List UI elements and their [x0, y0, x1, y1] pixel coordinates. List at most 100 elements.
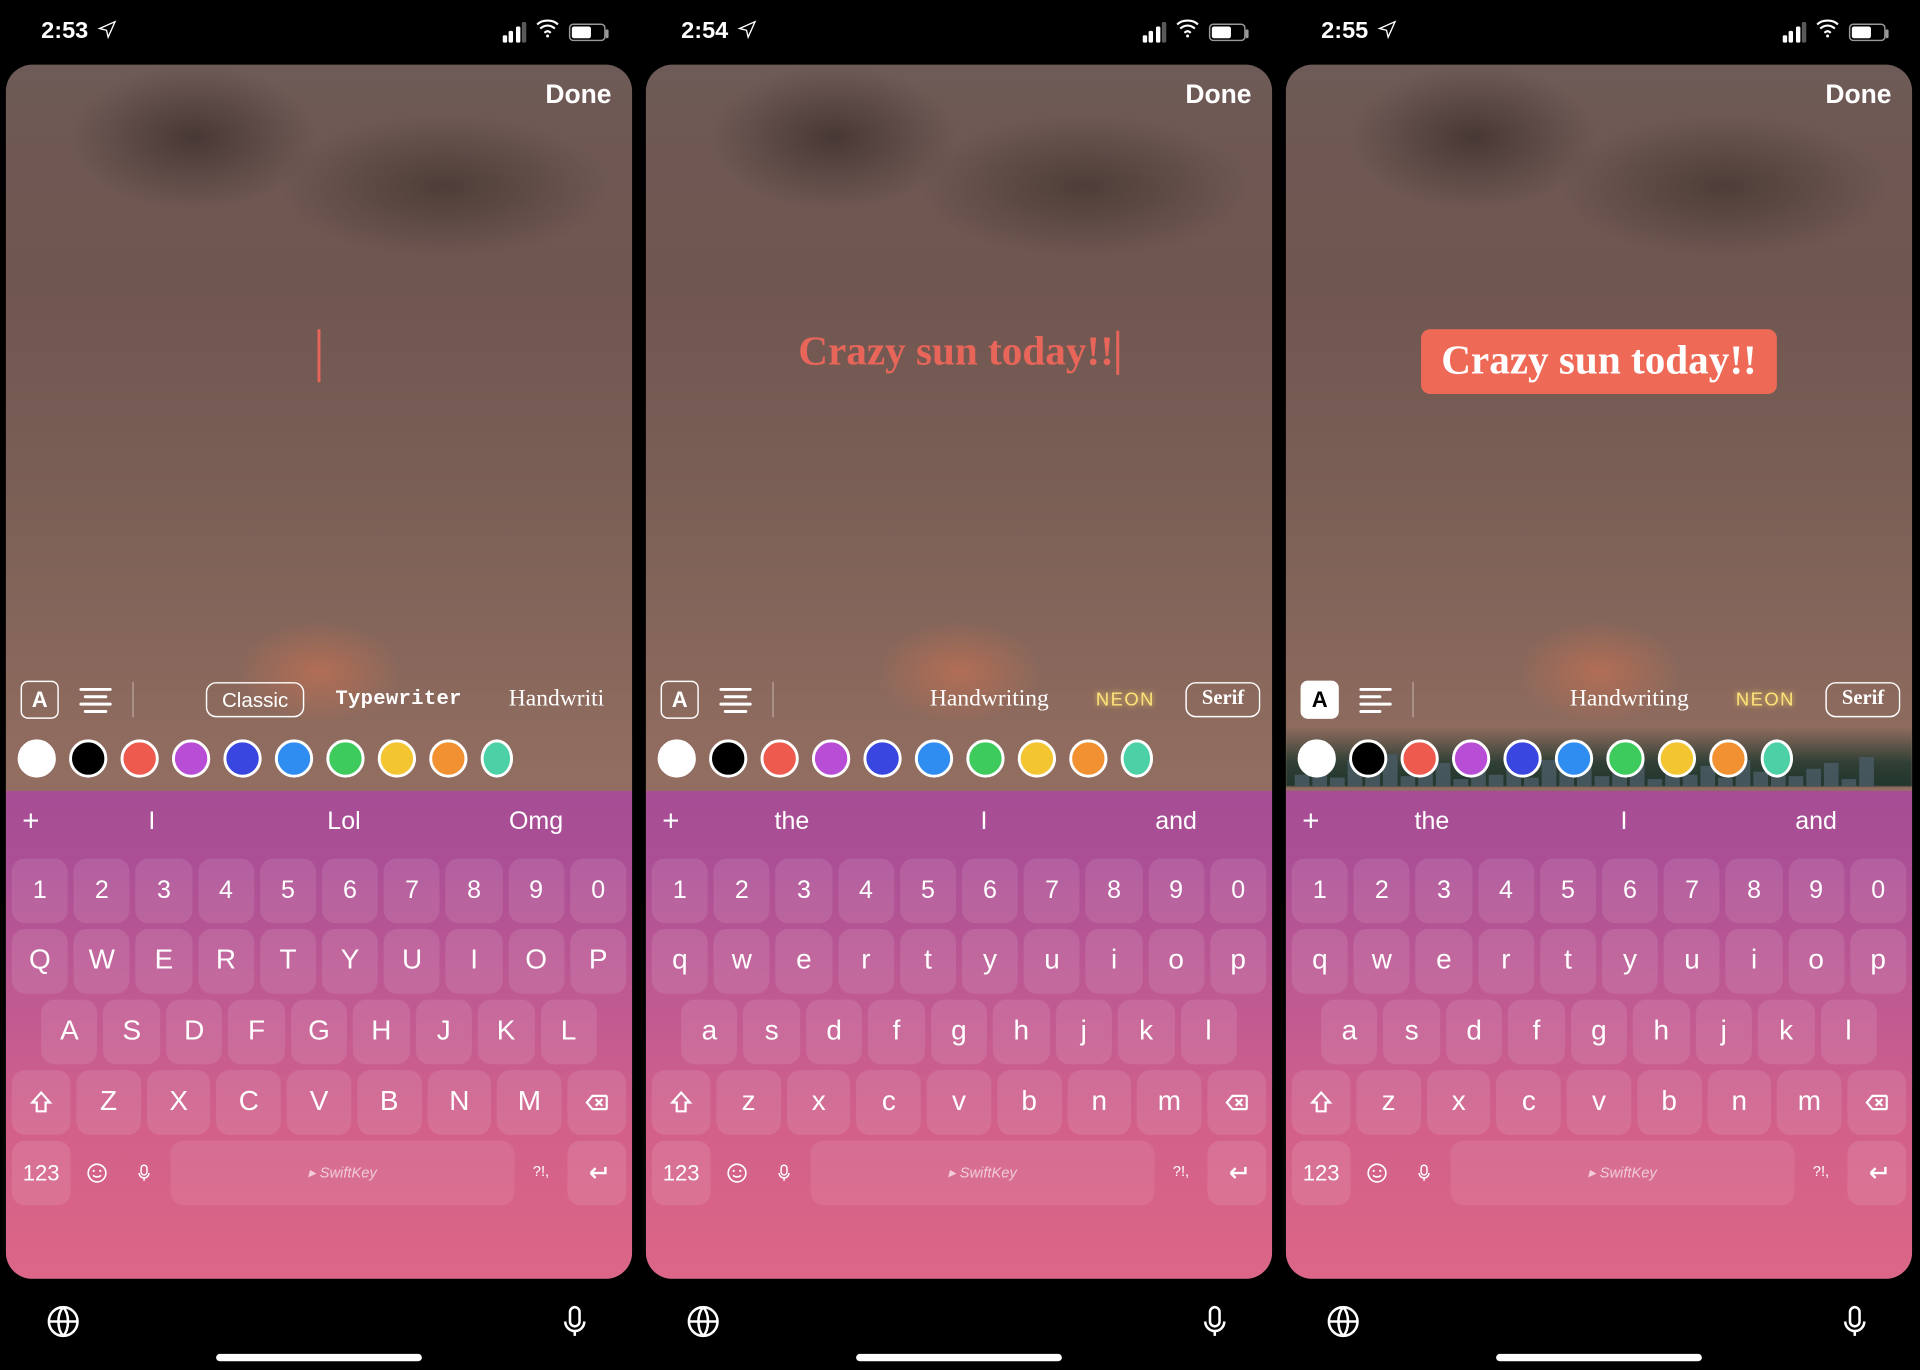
- numeric-toggle-key[interactable]: 123: [1292, 1141, 1351, 1206]
- color-swatch[interactable]: [1709, 739, 1747, 777]
- key-f[interactable]: f: [1508, 1000, 1565, 1065]
- key-h[interactable]: h: [993, 1000, 1050, 1065]
- key-q[interactable]: q: [1292, 929, 1348, 994]
- font-picker[interactable]: ClassicTypewriterHandwriti: [154, 681, 620, 719]
- key-S[interactable]: S: [104, 1000, 161, 1065]
- suggestion-2[interactable]: Lol: [248, 807, 440, 836]
- color-swatch[interactable]: [18, 739, 56, 777]
- suggestion-2[interactable]: I: [888, 807, 1080, 836]
- key-h[interactable]: h: [1633, 1000, 1690, 1065]
- key-R[interactable]: R: [198, 929, 254, 994]
- key-e[interactable]: e: [1416, 929, 1472, 994]
- text-background-toggle[interactable]: A: [1301, 681, 1339, 719]
- emoji-key[interactable]: [1356, 1141, 1397, 1206]
- key-b[interactable]: b: [997, 1070, 1061, 1135]
- key-9[interactable]: 9: [1148, 858, 1204, 923]
- key-r[interactable]: r: [838, 929, 894, 994]
- key-5[interactable]: 5: [1540, 858, 1596, 923]
- key-P[interactable]: P: [570, 929, 626, 994]
- align-toggle[interactable]: [79, 687, 111, 712]
- key-5[interactable]: 5: [900, 858, 956, 923]
- suggestion-3[interactable]: and: [1080, 807, 1272, 836]
- color-swatch[interactable]: [69, 739, 107, 777]
- key-c[interactable]: c: [857, 1070, 921, 1135]
- key-2[interactable]: 2: [74, 858, 130, 923]
- story-text[interactable]: Crazy sun today!!: [1421, 329, 1778, 394]
- key-w[interactable]: w: [714, 929, 770, 994]
- color-swatch[interactable]: [223, 739, 261, 777]
- key-3[interactable]: 3: [136, 858, 192, 923]
- key-6[interactable]: 6: [322, 858, 378, 923]
- key-p[interactable]: p: [1850, 929, 1906, 994]
- color-swatch[interactable]: [481, 739, 513, 777]
- key-V[interactable]: V: [287, 1070, 351, 1135]
- key-I[interactable]: I: [446, 929, 502, 994]
- key-o[interactable]: o: [1148, 929, 1204, 994]
- key-n[interactable]: n: [1067, 1070, 1131, 1135]
- symbols-key[interactable]: ?!,: [1160, 1141, 1201, 1206]
- dictation-icon[interactable]: [1836, 1302, 1874, 1348]
- key-x[interactable]: x: [1427, 1070, 1491, 1135]
- text-area[interactable]: [6, 329, 632, 382]
- font-handwriting[interactable]: Handwriting: [1554, 681, 1705, 719]
- key-p[interactable]: p: [1210, 929, 1266, 994]
- align-toggle[interactable]: [719, 687, 751, 712]
- color-swatch[interactable]: [863, 739, 901, 777]
- key-s[interactable]: s: [744, 1000, 801, 1065]
- font-handwriti[interactable]: Handwriti: [493, 681, 621, 719]
- dictation-icon[interactable]: [1196, 1302, 1234, 1348]
- key-j[interactable]: j: [1055, 1000, 1112, 1065]
- key-u[interactable]: u: [1664, 929, 1720, 994]
- color-swatch[interactable]: [1018, 739, 1056, 777]
- symbols-key[interactable]: ?!,: [520, 1141, 561, 1206]
- key-9[interactable]: 9: [508, 858, 564, 923]
- color-swatch[interactable]: [121, 739, 159, 777]
- key-t[interactable]: t: [1540, 929, 1596, 994]
- key-v[interactable]: v: [1567, 1070, 1631, 1135]
- key-M[interactable]: M: [497, 1070, 561, 1135]
- key-2[interactable]: 2: [1354, 858, 1410, 923]
- color-swatch[interactable]: [1349, 739, 1387, 777]
- font-classic[interactable]: Classic: [206, 682, 305, 717]
- key-F[interactable]: F: [228, 1000, 285, 1065]
- mic-key[interactable]: [1403, 1141, 1444, 1206]
- key-0[interactable]: 0: [1210, 858, 1266, 923]
- color-picker[interactable]: [646, 732, 1272, 785]
- key-6[interactable]: 6: [962, 858, 1018, 923]
- text-area[interactable]: Crazy sun today!!: [1286, 329, 1912, 394]
- key-q[interactable]: q: [652, 929, 708, 994]
- key-E[interactable]: E: [136, 929, 192, 994]
- done-button[interactable]: Done: [1825, 79, 1891, 110]
- return-key[interactable]: [567, 1141, 626, 1206]
- story-text[interactable]: Crazy sun today!!: [798, 329, 1119, 376]
- key-j[interactable]: j: [1695, 1000, 1752, 1065]
- key-d[interactable]: d: [806, 1000, 863, 1065]
- shift-key[interactable]: [652, 1070, 711, 1135]
- text-background-toggle[interactable]: A: [21, 681, 59, 719]
- home-indicator[interactable]: [856, 1354, 1062, 1361]
- key-a[interactable]: a: [1321, 1000, 1378, 1065]
- key-z[interactable]: z: [716, 1070, 780, 1135]
- numeric-toggle-key[interactable]: 123: [12, 1141, 71, 1206]
- key-D[interactable]: D: [166, 1000, 223, 1065]
- key-5[interactable]: 5: [260, 858, 316, 923]
- color-swatch[interactable]: [1452, 739, 1490, 777]
- emoji-key[interactable]: [716, 1141, 757, 1206]
- suggestion-2[interactable]: I: [1528, 807, 1720, 836]
- suggestion-plus[interactable]: +: [646, 805, 696, 839]
- key-A[interactable]: A: [41, 1000, 98, 1065]
- color-swatch[interactable]: [378, 739, 416, 777]
- color-swatch[interactable]: [326, 739, 364, 777]
- suggestion-1[interactable]: the: [1336, 807, 1528, 836]
- key-f[interactable]: f: [868, 1000, 925, 1065]
- suggestion-plus[interactable]: +: [1286, 805, 1336, 839]
- key-B[interactable]: B: [357, 1070, 421, 1135]
- color-swatch[interactable]: [761, 739, 799, 777]
- color-swatch[interactable]: [709, 739, 747, 777]
- key-e[interactable]: e: [776, 929, 832, 994]
- key-7[interactable]: 7: [384, 858, 440, 923]
- color-swatch[interactable]: [1121, 739, 1153, 777]
- key-4[interactable]: 4: [1478, 858, 1534, 923]
- story-canvas[interactable]: Done Crazy sun today!! A HandwritingNEON…: [646, 65, 1272, 1279]
- key-Z[interactable]: Z: [76, 1070, 140, 1135]
